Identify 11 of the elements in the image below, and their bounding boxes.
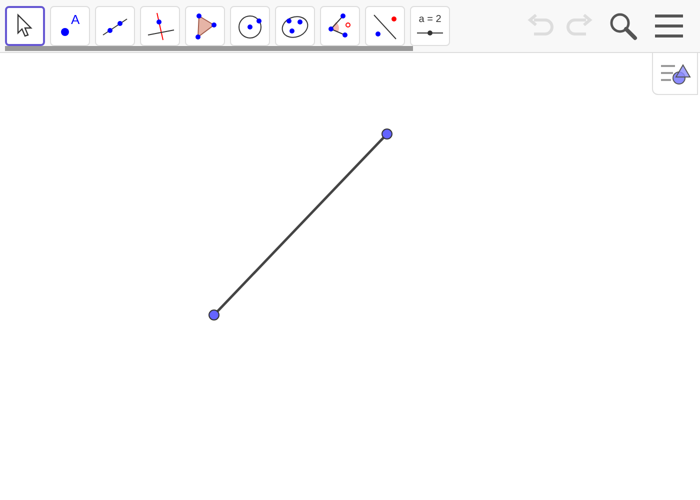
slider-icon	[415, 29, 445, 37]
tool-button[interactable]: a = 2	[410, 6, 450, 46]
search-button[interactable]	[608, 11, 638, 41]
point[interactable]	[382, 128, 392, 140]
style-bar-button[interactable]	[652, 53, 698, 95]
search-icon	[608, 11, 638, 41]
point-icon	[60, 27, 70, 37]
tool-button[interactable]: A	[50, 6, 90, 46]
perpendicular-line-icon	[145, 11, 175, 41]
point[interactable]	[208, 310, 220, 320]
tool-button[interactable]	[5, 6, 45, 46]
